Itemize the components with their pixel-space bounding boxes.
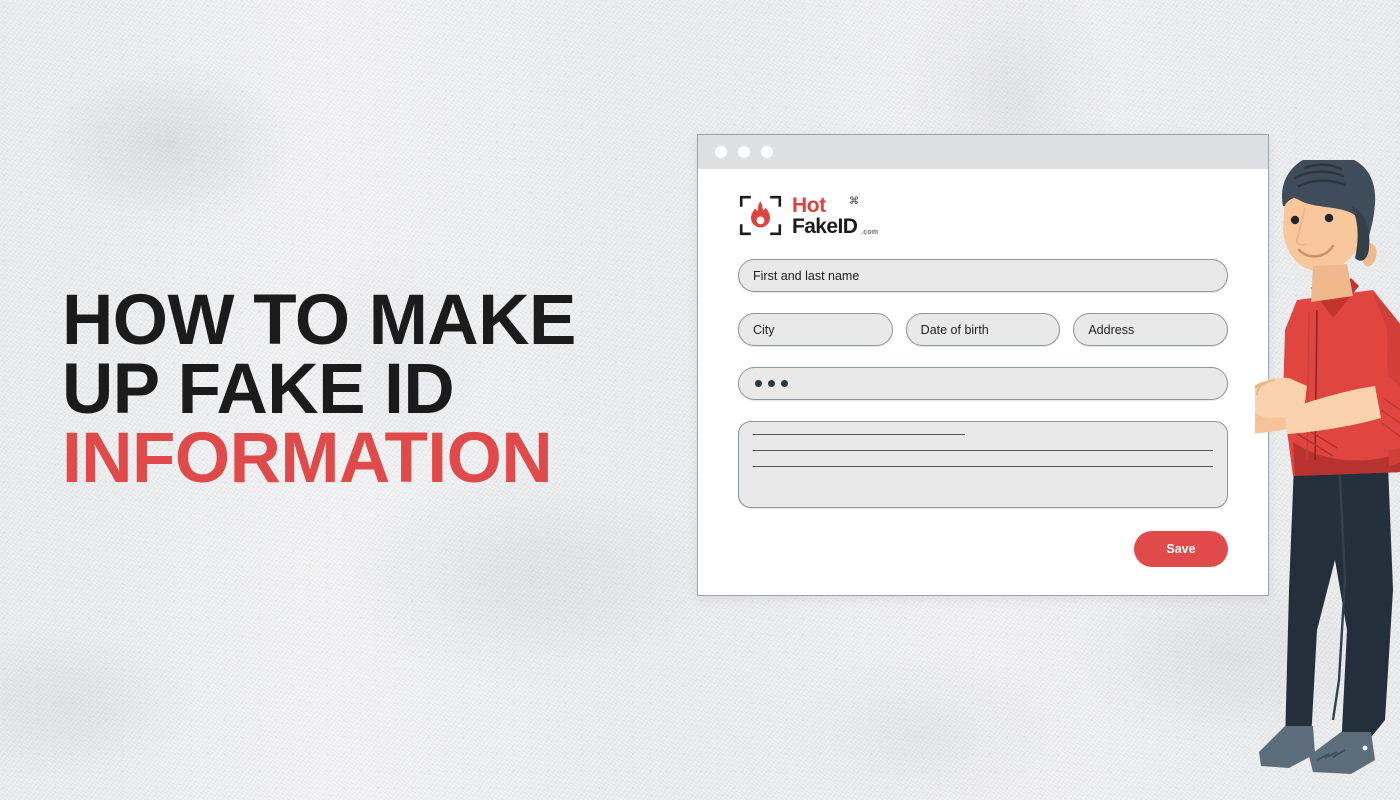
flame-scan-icon xyxy=(738,193,783,238)
form-row-secondary: City Date of birth Address xyxy=(738,313,1229,346)
address-field[interactable]: Address xyxy=(1073,313,1229,346)
logo-wordmark: Hot FakeID .com ⌘ xyxy=(792,193,878,238)
window-minimize-dot[interactable] xyxy=(738,146,750,158)
browser-titlebar xyxy=(698,135,1268,169)
browser-content: Hot FakeID .com ⌘ First and last name Ci… xyxy=(698,169,1268,595)
city-field-label: City xyxy=(753,322,775,337)
logo-word-fakeid: FakeID xyxy=(792,214,858,238)
headline-line-1: HOW TO MAKE xyxy=(62,281,576,360)
headline-line-3: INFORMATION xyxy=(62,418,553,498)
eye-left xyxy=(1290,215,1300,225)
form-actions: Save xyxy=(738,531,1228,567)
notes-textarea[interactable] xyxy=(738,421,1228,508)
logo-word-hot: Hot xyxy=(792,193,826,217)
password-dot xyxy=(768,380,775,387)
save-button[interactable]: Save xyxy=(1134,531,1228,567)
id-information-form: First and last name City Date of birth A… xyxy=(738,238,1229,567)
full-name-field[interactable]: First and last name xyxy=(738,259,1228,292)
address-field-label: Address xyxy=(1088,322,1135,337)
eye-right xyxy=(1324,213,1334,223)
man-holding-laptop-illustration xyxy=(1255,160,1400,800)
logo-dotcom-suffix: .com xyxy=(861,228,879,236)
site-logo[interactable]: Hot FakeID .com ⌘ xyxy=(738,169,1228,238)
shoe-front xyxy=(1309,732,1375,774)
shoe-detail xyxy=(1362,745,1368,751)
neck xyxy=(1311,264,1353,302)
window-close-dot[interactable] xyxy=(715,146,727,158)
poster-canvas: HOW TO MAKE UP FAKE ID INFORMATION Hot F… xyxy=(0,0,1400,800)
shoe-back xyxy=(1259,726,1315,768)
notes-text-line xyxy=(753,450,1213,451)
headline-line-2: UP FAKE ID xyxy=(62,349,455,429)
password-dot xyxy=(755,380,762,387)
password-mask-dots xyxy=(753,380,788,387)
page-title: HOW TO MAKE UP FAKE ID INFORMATION xyxy=(62,281,722,498)
notes-text-line xyxy=(753,434,965,435)
command-badge-icon: ⌘ xyxy=(849,195,859,207)
notes-text-line xyxy=(753,466,1213,467)
browser-window-mockup: Hot FakeID .com ⌘ First and last name Ci… xyxy=(697,134,1269,596)
window-maximize-dot[interactable] xyxy=(761,146,773,158)
pants xyxy=(1285,440,1393,752)
date-of-birth-field-label: Date of birth xyxy=(920,322,989,337)
date-of-birth-field[interactable]: Date of birth xyxy=(905,313,1061,346)
password-field[interactable] xyxy=(738,367,1228,400)
full-name-field-label: First and last name xyxy=(753,268,860,283)
password-dot xyxy=(781,380,788,387)
city-field[interactable]: City xyxy=(738,313,893,346)
